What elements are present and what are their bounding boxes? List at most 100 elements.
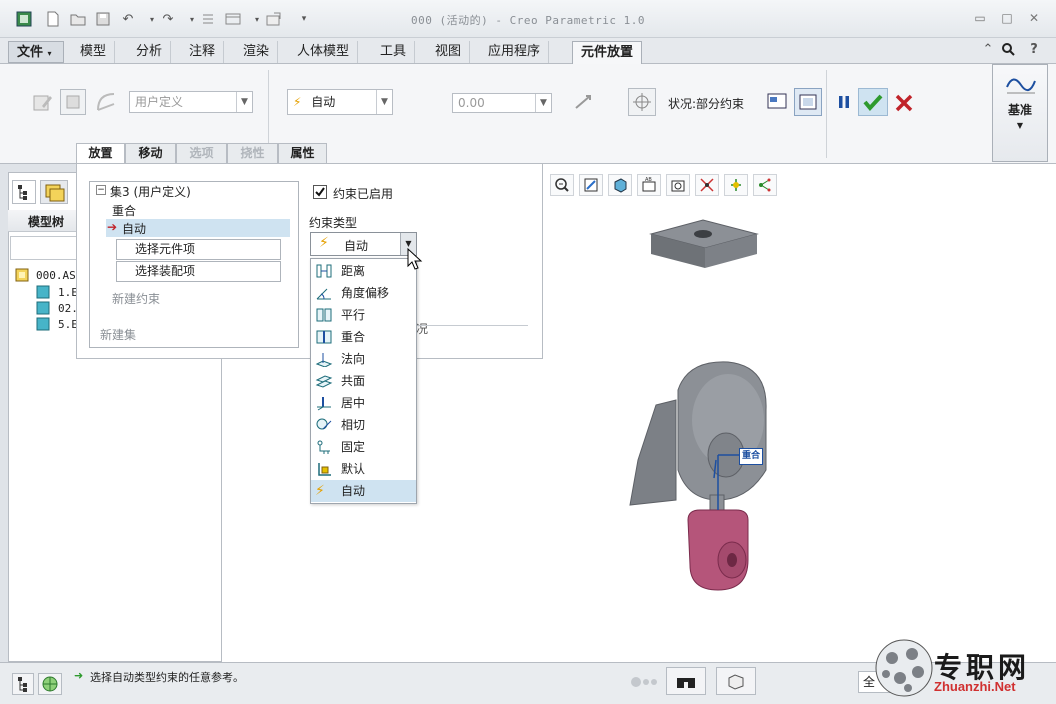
- datum-dropdown-button[interactable]: 基准 ▼: [992, 64, 1048, 162]
- select-component-item-field[interactable]: 选择元件项: [116, 239, 281, 260]
- collapse-ribbon-icon[interactable]: ⌃: [980, 41, 996, 57]
- refit-icon[interactable]: [579, 174, 603, 196]
- chevron-down-icon: ▼: [1016, 121, 1024, 130]
- collapse-toggle-icon[interactable]: −: [96, 185, 106, 195]
- find-button[interactable]: [666, 667, 706, 695]
- tab-view[interactable]: 视图: [427, 41, 471, 63]
- tab-model[interactable]: 模型: [72, 41, 116, 63]
- help-icon[interactable]: ?: [1026, 41, 1042, 57]
- tab-analysis[interactable]: 分析: [128, 41, 172, 63]
- assembly-icon: [14, 267, 30, 286]
- option-parallel[interactable]: 平行: [311, 304, 416, 326]
- zoom-in-icon[interactable]: [550, 174, 574, 196]
- tab-applications[interactable]: 应用程序: [480, 41, 550, 63]
- subtab-properties[interactable]: 属性: [278, 143, 327, 164]
- clipped-text: 况: [416, 322, 429, 336]
- constraint-coincident-item[interactable]: 重合: [112, 202, 136, 219]
- tab-annotate[interactable]: 注释: [181, 41, 225, 63]
- saved-views-icon[interactable]: AB: [637, 174, 661, 196]
- separate-window-icon[interactable]: [766, 91, 788, 114]
- constraint-set-label[interactable]: 集3 (用户定义): [110, 183, 191, 200]
- view-manager-icon[interactable]: [666, 174, 690, 196]
- option-label: 共面: [341, 374, 366, 388]
- lightning-icon: ⚡: [293, 95, 302, 109]
- tab-render[interactable]: 渲染: [235, 41, 279, 63]
- show-model-tree-button[interactable]: [12, 673, 34, 695]
- select-assembly-item-field[interactable]: 选择装配项: [116, 261, 281, 282]
- checkmark-icon: [863, 94, 883, 112]
- mechanism-connection-icon[interactable]: [94, 90, 120, 117]
- option-tangent[interactable]: 相切: [311, 414, 416, 436]
- option-coincident[interactable]: 重合: [311, 326, 416, 348]
- maximize-button[interactable]: □: [998, 11, 1016, 25]
- tab-component-placement[interactable]: 元件放置: [572, 41, 643, 65]
- selection-filter-button[interactable]: [716, 667, 756, 695]
- show-browser-button[interactable]: [38, 673, 62, 695]
- accept-button[interactable]: [858, 88, 888, 116]
- option-distance[interactable]: 距离: [311, 260, 416, 282]
- spin-center-icon[interactable]: [724, 174, 748, 196]
- move-component-button[interactable]: [628, 88, 656, 116]
- constraint-type-value: 自动: [311, 95, 336, 109]
- new-set-link[interactable]: 新建集: [100, 326, 136, 343]
- tab-file[interactable]: 文件 ▾: [8, 41, 64, 63]
- tree-root-label[interactable]: 000.AS: [36, 269, 76, 282]
- search-icon[interactable]: [1000, 41, 1016, 57]
- new-constraint-link[interactable]: 新建约束: [112, 290, 160, 307]
- tree-item-3[interactable]: 5.E: [58, 318, 78, 331]
- close-button[interactable]: ✕: [1025, 11, 1043, 25]
- coplanar-icon: [315, 375, 333, 388]
- annotation-display-icon[interactable]: [753, 174, 777, 196]
- constraint-type-select[interactable]: ⚡ 自动 ▼: [310, 232, 417, 256]
- checkmark-icon: [315, 187, 325, 197]
- panel-divider: [416, 325, 528, 326]
- assembly-model[interactable]: [628, 360, 778, 600]
- constraint-enabled-checkbox[interactable]: [313, 185, 327, 199]
- constraint-type-combo[interactable]: ⚡ 自动 ▼: [287, 89, 393, 115]
- tree-item-2[interactable]: 02.: [58, 302, 78, 315]
- option-auto[interactable]: ⚡ 自动: [311, 480, 416, 502]
- flip-icon[interactable]: [572, 92, 594, 115]
- folder-browser-tab-icon[interactable]: [40, 180, 68, 204]
- ribbon-divider: [826, 70, 827, 158]
- subtab-options[interactable]: 选项: [176, 143, 227, 164]
- binoculars-icon: [677, 678, 695, 688]
- centered-icon: [317, 397, 331, 411]
- offset-value: 0.00: [458, 96, 485, 110]
- option-label: 距离: [341, 264, 366, 278]
- mouse-cursor-icon: [407, 248, 423, 270]
- constraint-tag-label: 重合: [741, 451, 760, 461]
- subtab-move[interactable]: 移动: [125, 143, 176, 164]
- pause-button[interactable]: [836, 94, 852, 110]
- model-tree-tab-icon[interactable]: [12, 180, 36, 204]
- tab-manikin[interactable]: 人体模型: [289, 41, 359, 63]
- tab-tools[interactable]: 工具: [372, 41, 416, 63]
- top-block-part[interactable]: [645, 218, 760, 270]
- watermark-en: Zhuanzhi.Net: [934, 679, 1016, 694]
- tree-item-1[interactable]: 1.E: [58, 286, 78, 299]
- display-style-icon[interactable]: [608, 174, 632, 196]
- option-default[interactable]: 默认: [311, 458, 416, 480]
- edit-definition-icon[interactable]: [32, 92, 54, 115]
- option-label: 角度偏移: [341, 286, 390, 300]
- subtab-placement[interactable]: 放置: [76, 143, 125, 164]
- component-window-button[interactable]: [60, 89, 86, 115]
- constraint-auto-label: 自动: [122, 222, 147, 236]
- option-coplanar[interactable]: 共面: [311, 370, 416, 392]
- browser-globe-icon: [42, 676, 58, 692]
- datum-display-icon[interactable]: [695, 174, 719, 196]
- offset-combo[interactable]: 0.00 ▼: [452, 93, 552, 113]
- option-label: 平行: [341, 308, 366, 322]
- option-normal[interactable]: 法向: [311, 348, 416, 370]
- option-angle-offset[interactable]: 角度偏移: [311, 282, 416, 304]
- assembly-window-button[interactable]: [794, 88, 822, 116]
- cancel-button[interactable]: [894, 93, 914, 113]
- minimize-button[interactable]: ▭: [971, 11, 989, 25]
- default-icon: [318, 463, 331, 476]
- constraint-tag[interactable]: 重合: [739, 448, 763, 465]
- option-label: 自动: [341, 484, 366, 498]
- subtab-flexibility[interactable]: 挠性: [227, 143, 278, 164]
- option-fix[interactable]: 固定: [311, 436, 416, 458]
- option-centered[interactable]: 居中: [311, 392, 416, 414]
- constraint-set-combo[interactable]: 用户定义 ▼: [129, 91, 253, 113]
